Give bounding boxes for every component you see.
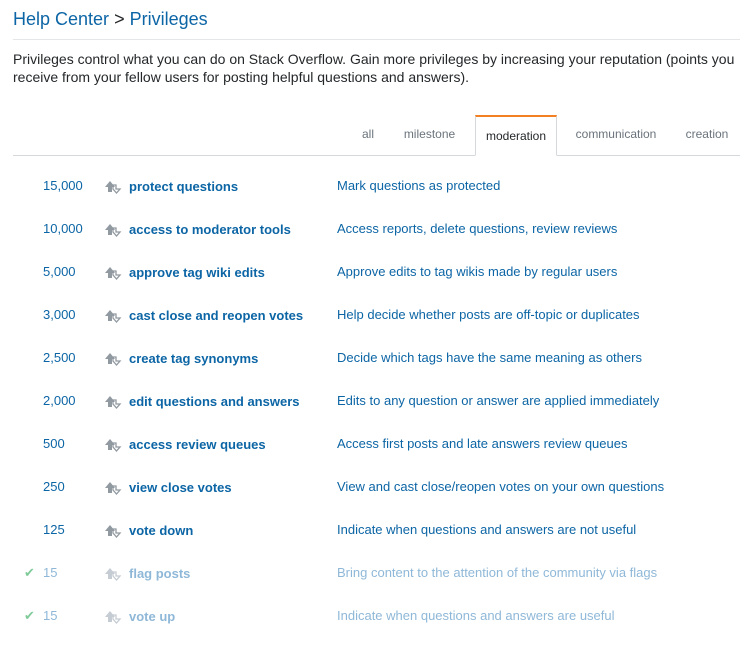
privilege-arrows-icon	[105, 568, 122, 581]
privilege-description[interactable]: Decide which tags have the same meaning …	[337, 350, 642, 365]
privilege-name-link[interactable]: view close votes	[129, 480, 232, 495]
privilege-name-link[interactable]: create tag synonyms	[129, 351, 258, 366]
privilege-description[interactable]: Indicate when questions and answers are …	[337, 608, 615, 623]
privilege-name-link[interactable]: vote up	[129, 609, 175, 624]
privilege-name-link[interactable]: access to moderator tools	[129, 222, 291, 237]
privilege-description[interactable]: Help decide whether posts are off-topic …	[337, 307, 640, 322]
privilege-row[interactable]: 15,000 protect questions Mark questions as…	[13, 168, 740, 211]
privilege-row[interactable]: ✔ 15 vote up Indicate when questions and an…	[13, 598, 740, 641]
privilege-description[interactable]: Edits to any question or answer are appl…	[337, 393, 659, 408]
privilege-row[interactable]: 3,000 cast close and reopen votes Help dec…	[13, 297, 740, 340]
privilege-description[interactable]: Access reports, delete questions, review…	[337, 221, 617, 236]
privilege-description[interactable]: Approve edits to tag wikis made by regul…	[337, 264, 617, 279]
privilege-reputation: 10,000	[43, 221, 83, 236]
privilege-arrows-icon	[105, 353, 122, 366]
privilege-name-link[interactable]: cast close and reopen votes	[129, 308, 303, 323]
privilege-name-link[interactable]: vote down	[129, 523, 193, 538]
privilege-reputation: 500	[43, 436, 65, 451]
privilege-reputation: 15	[43, 565, 58, 580]
privilege-row[interactable]: ✔ 15 flag posts Bring content to the attent…	[13, 555, 740, 598]
tab-creation[interactable]: creation	[678, 115, 736, 155]
privilege-reputation: 3,000	[43, 307, 76, 322]
privilege-reputation: 2,500	[43, 350, 76, 365]
privilege-arrows-icon	[105, 525, 122, 538]
privilege-reputation: 250	[43, 479, 65, 494]
privilege-name-link[interactable]: flag posts	[129, 566, 190, 581]
privilege-reputation: 2,000	[43, 393, 76, 408]
tab-milestone[interactable]: milestone	[393, 115, 466, 155]
privilege-name-link[interactable]: approve tag wiki edits	[129, 265, 265, 280]
privilege-reputation: 5,000	[43, 264, 76, 279]
privilege-arrows-icon	[105, 310, 122, 323]
privilege-arrows-icon	[105, 439, 122, 452]
breadcrumb-separator: >	[114, 9, 125, 29]
tab-moderation[interactable]: moderation	[475, 115, 557, 156]
intro-text: Privileges control what you can do on St…	[13, 51, 735, 85]
privilege-name-link[interactable]: access review queues	[129, 437, 266, 452]
privilege-description[interactable]: View and cast close/reopen votes on your…	[337, 479, 664, 494]
breadcrumb-help-center-link[interactable]: Help Center	[13, 9, 109, 29]
privilege-row[interactable]: 10,000 access to moderator tools Access re…	[13, 211, 740, 254]
privilege-row[interactable]: 500 access review queues Access first post…	[13, 426, 740, 469]
privilege-row[interactable]: 125 vote down Indicate when questions and …	[13, 512, 740, 555]
privilege-row[interactable]: 5,000 approve tag wiki edits Approve edits…	[13, 254, 740, 297]
privilege-arrows-icon	[105, 181, 122, 194]
checkmark-icon: ✔	[24, 565, 35, 580]
tab-all[interactable]: all	[353, 115, 383, 155]
divider	[13, 39, 740, 40]
privilege-arrows-icon	[105, 396, 122, 409]
privilege-arrows-icon	[105, 267, 122, 280]
checkmark-icon: ✔	[24, 608, 35, 623]
tab-communication[interactable]: communication	[566, 115, 666, 155]
privilege-name-link[interactable]: protect questions	[129, 179, 238, 194]
breadcrumb: Help Center > Privileges	[13, 8, 208, 30]
privilege-reputation: 125	[43, 522, 65, 537]
privilege-row[interactable]: 2,000 edit questions and answers Edits to …	[13, 383, 740, 426]
privilege-row[interactable]: 2,500 create tag synonyms Decide which tag…	[13, 340, 740, 383]
privilege-reputation: 15	[43, 608, 58, 623]
privilege-reputation: 15,000	[43, 178, 83, 193]
privilege-name-link[interactable]: edit questions and answers	[129, 394, 300, 409]
privilege-description[interactable]: Mark questions as protected	[337, 178, 500, 193]
breadcrumb-privileges-link[interactable]: Privileges	[130, 9, 208, 29]
privilege-arrows-icon	[105, 224, 122, 237]
privilege-arrows-icon	[105, 611, 122, 624]
privilege-description[interactable]: Indicate when questions and answers are …	[337, 522, 636, 537]
privilege-row[interactable]: 250 view close votes View and cast close/r…	[13, 469, 740, 512]
privilege-description[interactable]: Bring content to the attention of the co…	[337, 565, 657, 580]
privilege-arrows-icon	[105, 482, 122, 495]
privilege-description[interactable]: Access first posts and late answers revi…	[337, 436, 627, 451]
privilege-tabs: all milestone moderation communication c…	[13, 115, 740, 156]
